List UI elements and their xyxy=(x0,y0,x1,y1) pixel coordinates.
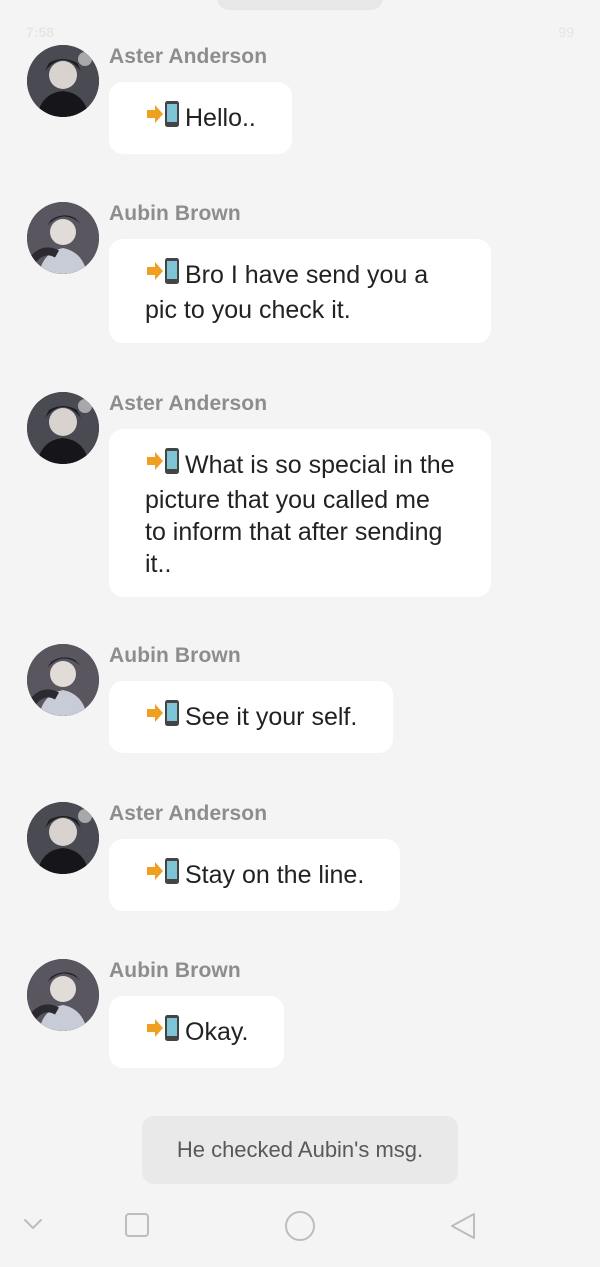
navigation-bar xyxy=(0,1198,600,1267)
back-triangle-icon[interactable] xyxy=(449,1211,477,1246)
sender-name: Aster Anderson xyxy=(109,392,268,415)
message-bubble[interactable]: Stay on the line. xyxy=(109,839,401,911)
message-text: Hello.. xyxy=(185,104,256,132)
message-text: Stay on the line. xyxy=(185,861,365,889)
battery-level: 99 xyxy=(558,24,574,40)
message-bubble[interactable]: See it your self. xyxy=(109,681,394,753)
message-text: What is so special in the picture that y… xyxy=(145,451,455,578)
sender-name: Aubin Brown xyxy=(109,644,241,667)
aster-avatar[interactable] xyxy=(27,802,99,874)
message-text: Bro I have send you a pic to you check i… xyxy=(145,261,429,324)
message-bubble[interactable]: Hello.. xyxy=(109,82,292,154)
phone-arrow-icon xyxy=(145,698,181,736)
sender-name: Aubin Brown xyxy=(109,959,241,982)
status-icons: 99 xyxy=(558,24,574,40)
message-bubble[interactable]: Bro I have send you a pic to you check i… xyxy=(109,239,491,343)
chevron-down-icon[interactable] xyxy=(22,1216,44,1237)
status-time: 7:58 xyxy=(26,24,55,40)
phone-arrow-icon xyxy=(145,446,181,484)
aubin-avatar[interactable] xyxy=(27,644,99,716)
aubin-avatar[interactable] xyxy=(27,959,99,1031)
message-bubble[interactable]: Okay. xyxy=(109,996,285,1068)
status-bar: 7:58 99 xyxy=(0,0,600,64)
sender-name: Aubin Brown xyxy=(109,202,241,225)
recents-square-icon[interactable] xyxy=(124,1212,150,1243)
system-notice: He checked Aubin's msg. xyxy=(142,1116,458,1184)
sender-name: Aster Anderson xyxy=(109,802,268,825)
message-bubble[interactable]: What is so special in the picture that y… xyxy=(109,429,491,597)
sender-name: Aster Anderson xyxy=(109,45,268,68)
phone-arrow-icon xyxy=(145,856,181,894)
home-circle-icon[interactable] xyxy=(284,1210,316,1247)
message-text: Okay. xyxy=(185,1018,249,1046)
aubin-avatar[interactable] xyxy=(27,202,99,274)
phone-arrow-icon xyxy=(145,99,181,137)
aster-avatar[interactable] xyxy=(27,45,99,117)
phone-arrow-icon xyxy=(145,1013,181,1051)
aster-avatar[interactable] xyxy=(27,392,99,464)
message-text: See it your self. xyxy=(185,703,358,731)
phone-arrow-icon xyxy=(145,256,181,294)
